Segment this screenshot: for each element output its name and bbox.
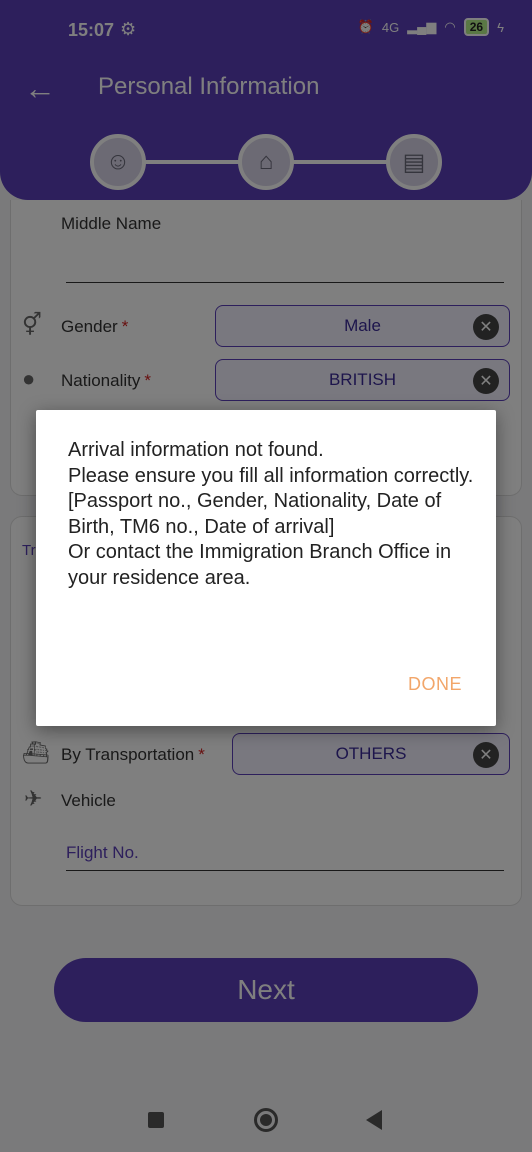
- done-button[interactable]: DONE: [408, 674, 462, 695]
- alert-dialog: Arrival information not found. Please en…: [36, 410, 496, 726]
- dialog-message: Arrival information not found. Please en…: [68, 439, 474, 589]
